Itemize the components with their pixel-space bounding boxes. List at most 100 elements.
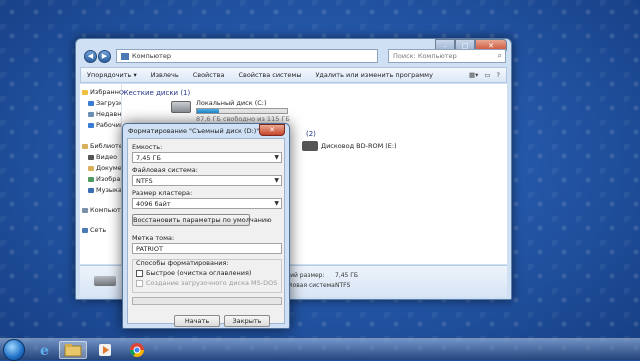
nav-computer[interactable]: Компьютер	[82, 206, 121, 214]
nav-libraries[interactable]: Библиотеки	[82, 142, 121, 150]
format-progress-bar	[132, 297, 282, 305]
chevron-down-icon: ▼	[274, 200, 279, 207]
images-icon	[88, 176, 94, 182]
eject-button[interactable]: Извлечь	[151, 71, 179, 79]
nav-recent-places[interactable]: Недавние места	[88, 110, 122, 118]
optical-drive-icon	[302, 141, 318, 151]
taskbar: e	[0, 338, 640, 361]
total-size-value: 7,45 ГБ	[335, 272, 359, 279]
internet-explorer-icon[interactable]: e	[31, 341, 59, 359]
quick-format-label: Быстрое (очистка оглавления)	[146, 269, 252, 277]
format-dialog: Форматирование "Съемный диск (D:)" ✕ Емк…	[122, 123, 290, 329]
address-bar[interactable]: Компьютер	[116, 49, 378, 63]
format-options-label: Способы форматирования:	[136, 259, 229, 267]
nav-network[interactable]: Сеть	[82, 226, 106, 234]
system-properties-button[interactable]: Свойства системы	[238, 71, 301, 79]
uninstall-program-button[interactable]: Удалить или изменить программу	[315, 71, 432, 79]
capacity-value: 7,45 ГБ	[136, 154, 161, 162]
media-player-icon[interactable]	[91, 341, 119, 359]
dialog-close-button[interactable]: ✕	[259, 124, 285, 136]
cluster-size-label: Размер кластера:	[132, 189, 193, 197]
close-dialog-button[interactable]: Закрыть	[224, 315, 270, 327]
nav-desktop[interactable]: Рабочий стол	[88, 121, 122, 129]
video-icon	[88, 154, 94, 160]
filesystem-select-label: Файловая система:	[132, 166, 198, 174]
start-button-orb[interactable]	[3, 339, 25, 361]
group-title: Жесткие диски (1)	[121, 89, 191, 97]
nav-favorites[interactable]: Избранное	[82, 88, 121, 96]
filesystem-select-value: NTFS	[136, 177, 153, 185]
help-icon[interactable]: ?	[497, 71, 500, 79]
view-options-icon[interactable]: ▦▾	[469, 71, 478, 79]
nav-downloads[interactable]: Загрузки	[88, 99, 121, 107]
chevron-down-icon: ▼	[274, 154, 279, 161]
organize-button[interactable]: Упорядочить ▾	[87, 71, 137, 79]
libraries-icon	[82, 143, 88, 149]
start-button[interactable]: Начать	[174, 315, 220, 327]
disk-c-usage-fill	[197, 109, 219, 113]
disk-c-free-space: 87,6 ГБ свободно из 115 ГБ	[196, 115, 290, 123]
volume-label-label: Метка тома:	[132, 234, 175, 242]
nav-images[interactable]: Изображения	[88, 175, 121, 183]
search-input[interactable]: Поиск: Компьютер ⌕	[388, 49, 506, 63]
cluster-size-value: 4096 байт	[136, 200, 171, 208]
nav-label: Компьютер	[90, 206, 121, 214]
nav-label: Избранное	[90, 88, 121, 96]
group-count: (2)	[306, 130, 316, 138]
computer-icon	[82, 207, 88, 213]
group-header-removable: (2)	[306, 130, 316, 138]
disk-c-usage-bar	[196, 108, 288, 114]
msdos-boot-disk-checkbox[interactable]: Создание загрузочного диска MS-DOS	[136, 279, 277, 287]
usb-drive-icon	[94, 276, 116, 286]
capacity-label: Емкость:	[132, 143, 163, 151]
computer-icon	[121, 52, 129, 60]
nav-label: Рабочий стол	[96, 121, 122, 129]
quick-format-checkbox[interactable]: Быстрое (очистка оглавления)	[136, 269, 251, 277]
checkbox-box	[136, 279, 143, 287]
bd-drive-label: Дисковод BD-ROM (E:)	[321, 142, 397, 150]
recent-places-icon	[88, 111, 94, 117]
nav-label: Музыка	[96, 186, 122, 194]
nav-label: Недавние места	[96, 110, 122, 118]
nav-documents[interactable]: Документы	[88, 164, 122, 172]
search-placeholder: Поиск: Компьютер	[393, 52, 457, 60]
network-icon	[82, 227, 88, 233]
hard-disk-icon	[171, 101, 191, 113]
nav-music[interactable]: Музыка	[88, 186, 122, 194]
search-icon: ⌕	[497, 51, 502, 60]
preview-pane-icon[interactable]: ▭	[484, 71, 490, 79]
group-header-hard-disks: Жесткие диски (1)	[121, 89, 190, 97]
music-icon	[88, 187, 94, 193]
capacity-select[interactable]: 7,45 ГБ ▼	[132, 152, 282, 163]
nav-label: Видео	[96, 153, 118, 161]
cluster-size-select[interactable]: 4096 байт ▼	[132, 198, 282, 209]
restore-defaults-button[interactable]: Восстановить параметры по умолчанию	[132, 214, 272, 226]
properties-button[interactable]: Свойства	[193, 71, 225, 79]
checkbox-box	[136, 269, 143, 277]
command-bar: Упорядочить ▾ Извлечь Свойства Свойства …	[80, 67, 507, 83]
address-text: Компьютер	[132, 52, 171, 60]
nav-label: Сеть	[90, 226, 107, 234]
navigation-pane: Избранное Загрузки Недавние места Рабочи…	[80, 84, 122, 264]
nav-label: Документы	[96, 164, 122, 172]
format-dialog-title: Форматирование "Съемный диск (D:)"	[128, 127, 260, 135]
explorer-taskbar-icon[interactable]	[59, 341, 87, 359]
chevron-down-icon: ▼	[274, 177, 279, 184]
svg-text:e: e	[40, 343, 49, 358]
disk-c-name: Локальный диск (C:)	[196, 99, 267, 107]
desktop-icon	[88, 122, 94, 128]
nav-label: Загрузки	[96, 99, 121, 107]
documents-icon	[88, 165, 94, 171]
bd-rom-drive-item[interactable]: Дисковод BD-ROM (E:)	[302, 141, 397, 151]
nav-label: Библиотеки	[90, 142, 121, 150]
downloads-icon	[88, 100, 94, 106]
chrome-icon[interactable]	[123, 341, 151, 359]
filesystem-select[interactable]: NTFS ▼	[132, 175, 282, 186]
nav-video[interactable]: Видео	[88, 153, 117, 161]
forward-button[interactable]: ▶	[98, 50, 111, 63]
volume-label-input[interactable]: PATRIOT	[132, 243, 282, 254]
back-button[interactable]: ◀	[84, 50, 97, 63]
filesystem-value: NTFS	[335, 282, 351, 289]
nav-label: Изображения	[96, 175, 121, 183]
format-dialog-body: Емкость: 7,45 ГБ ▼ Файловая система: NTFS…	[127, 138, 285, 327]
